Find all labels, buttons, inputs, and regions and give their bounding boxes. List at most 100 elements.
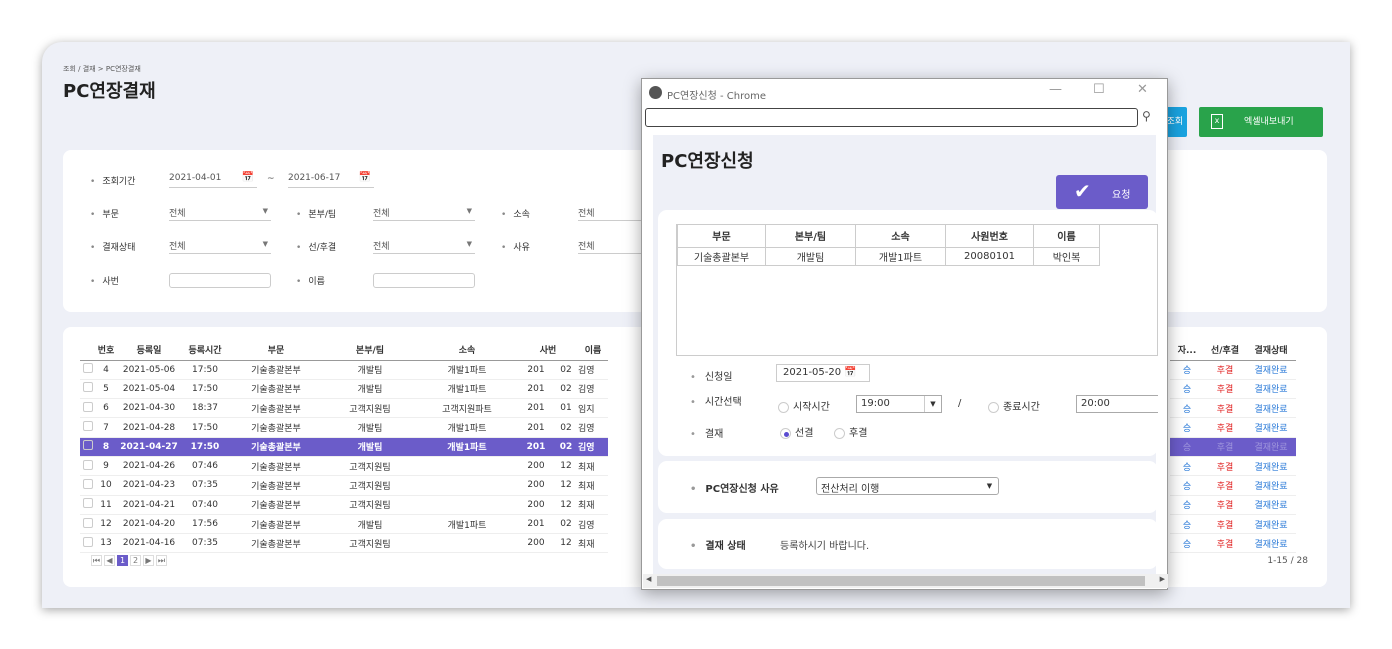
scroll-left-icon[interactable]: ◀: [646, 575, 651, 583]
first-page-button[interactable]: ⏮: [91, 555, 102, 566]
table-cell: 02: [554, 379, 578, 400]
row-checkbox[interactable]: [83, 517, 93, 528]
unit-select[interactable]: 전체: [578, 206, 648, 221]
search-icon[interactable]: ⚲: [1142, 109, 1151, 123]
calendar-icon[interactable]: 📅: [242, 172, 254, 183]
row-checkbox[interactable]: [83, 401, 93, 412]
request-button[interactable]: ✔ 요청: [1056, 175, 1148, 209]
prepost-select[interactable]: 전체 ▼: [373, 239, 475, 254]
minimize-icon[interactable]: —: [1049, 82, 1062, 97]
row-checkbox-cell[interactable]: [80, 475, 96, 496]
row-checkbox-cell[interactable]: [80, 417, 96, 438]
pre-radio[interactable]: [780, 427, 791, 439]
table-row-right[interactable]: 승 후결 결재완료: [1170, 398, 1296, 419]
last-page-button[interactable]: ⏭: [156, 555, 167, 566]
table-row-right[interactable]: 승 후결 결재완료: [1170, 514, 1296, 535]
table-row[interactable]: 13 2021-04-16 07:35 기술총괄본부 고객지원팀 200 12 최재: [80, 533, 608, 554]
date-from-input[interactable]: 2021-04-01 📅: [169, 172, 257, 188]
excel-export-button[interactable]: x 엑셀내보내기: [1199, 107, 1323, 137]
table-row-right[interactable]: 승 후결 결재완료: [1170, 360, 1296, 380]
name-input[interactable]: [373, 273, 475, 288]
row-checkbox[interactable]: [83, 498, 93, 509]
emp-col-header: 소속: [855, 225, 946, 248]
prev-page-button[interactable]: ◀: [104, 555, 115, 566]
page-2-button[interactable]: 2: [130, 555, 141, 566]
table-row[interactable]: 12 2021-04-20 17:56 기술총괄본부 개발팀 개발1파트 201 02 김영: [80, 514, 608, 535]
close-icon[interactable]: ✕: [1137, 82, 1148, 97]
calendar-icon[interactable]: 📅: [359, 172, 371, 183]
table-row-right[interactable]: 승 후결 결재완료: [1170, 475, 1296, 496]
row-checkbox-cell[interactable]: [80, 495, 96, 515]
unit-label: 소속: [501, 207, 530, 220]
team-select[interactable]: 전체 ▼: [373, 206, 475, 221]
post-radio[interactable]: [834, 427, 845, 439]
end-radio[interactable]: [988, 401, 999, 413]
row-checkbox-cell[interactable]: [80, 514, 96, 535]
start-time-select[interactable]: 19:00 ▼: [856, 395, 942, 413]
table-cell: 2021-04-16: [116, 533, 182, 554]
row-checkbox[interactable]: [83, 536, 93, 547]
table-cell: 02: [554, 360, 578, 380]
table-row-right[interactable]: 승 후결 결재완료: [1170, 533, 1296, 554]
table-row-right[interactable]: 승 후결 결재완료: [1170, 495, 1296, 515]
table-row-right[interactable]: 승 후결 결재완료: [1170, 437, 1296, 457]
row-checkbox-cell[interactable]: [80, 379, 96, 400]
table-row[interactable]: 8 2021-04-27 17:50 기술총괄본부 개발팀 개발1파트 201 02 김영: [80, 437, 608, 457]
reason-select[interactable]: 전산처리 이행 ▼: [816, 477, 999, 495]
date-to-value: 2021-06-17: [288, 173, 341, 183]
table-row[interactable]: 11 2021-04-21 07:40 기술총괄본부 고객지원팀 200 12 최재: [80, 495, 608, 515]
row-checkbox-cell[interactable]: [80, 533, 96, 554]
row-checkbox[interactable]: [83, 421, 93, 432]
popup-window-title: PC연장신청 - Chrome: [667, 91, 767, 102]
row-checkbox-cell[interactable]: [80, 360, 96, 380]
status-select[interactable]: 전체 ▼: [169, 239, 271, 254]
start-time-option[interactable]: 시작시간: [778, 398, 830, 413]
table-cell: 18:37: [182, 398, 228, 419]
page-1-button[interactable]: 1: [117, 555, 128, 566]
scroll-right-icon[interactable]: ▶: [1160, 575, 1165, 583]
row-checkbox[interactable]: [83, 382, 93, 393]
table-row[interactable]: 6 2021-04-30 18:37 기술총괄본부 고객지원팀 고객지원파트 201 01 임지: [80, 398, 608, 419]
dept-select[interactable]: 전체 ▼: [169, 206, 271, 221]
empno-input[interactable]: [169, 273, 271, 288]
scrollbar-thumb[interactable]: [657, 576, 1145, 586]
table-row[interactable]: 5 2021-05-04 17:50 기술총괄본부 개발팀 개발1파트 201 02 김영: [80, 379, 608, 400]
row-checkbox[interactable]: [83, 440, 93, 451]
team-value: 전체: [373, 209, 390, 219]
post-approval-option[interactable]: 후결: [834, 424, 867, 439]
table-cell: 07:40: [182, 495, 228, 515]
row-checkbox[interactable]: [83, 459, 93, 470]
start-radio[interactable]: [778, 401, 789, 413]
row-checkbox-cell[interactable]: [80, 437, 96, 457]
calendar-icon[interactable]: 📅: [844, 367, 856, 378]
pre-approval-option[interactable]: 선결: [780, 424, 813, 439]
approval-status-label: 결재 상태: [690, 537, 745, 552]
row-checkbox-cell[interactable]: [80, 398, 96, 419]
prepost-label: 선/후결: [296, 240, 336, 253]
table-row[interactable]: 4 2021-05-06 17:50 기술총괄본부 개발팀 개발1파트 201 02 김영: [80, 360, 608, 380]
employee-row[interactable]: 기술총괄본부 개발팀 개발1파트 20080101 박인복: [677, 246, 1100, 266]
end-time-option[interactable]: 종료시간: [988, 398, 1040, 413]
horizontal-scrollbar[interactable]: ◀ ▶: [643, 574, 1168, 588]
table-row-right[interactable]: 승 후결 결재완료: [1170, 417, 1296, 438]
table-row-right[interactable]: 승 후결 결재완료: [1170, 456, 1296, 477]
table-row[interactable]: 10 2021-04-23 07:35 기술총괄본부 고객지원팀 200 12 최재: [80, 475, 608, 496]
maximize-icon[interactable]: ☐: [1093, 82, 1105, 97]
date-to-input[interactable]: 2021-06-17 📅: [288, 172, 374, 188]
row-checkbox-cell[interactable]: [80, 456, 96, 477]
row-checkbox[interactable]: [83, 363, 93, 374]
end-time-select[interactable]: 20:00: [1076, 395, 1158, 413]
reason-select[interactable]: 전체: [578, 239, 648, 254]
row-checkbox[interactable]: [83, 478, 93, 489]
table-row[interactable]: 7 2021-04-28 17:50 기술총괄본부 개발팀 개발1파트 201 02 김영: [80, 417, 608, 438]
table-cell: 5: [96, 379, 116, 400]
address-bar[interactable]: [645, 108, 1138, 127]
next-page-button[interactable]: ▶: [143, 555, 154, 566]
table-cell: 결재완료: [1246, 398, 1296, 419]
excel-icon: x: [1211, 114, 1223, 129]
table-cell: 후결: [1204, 360, 1246, 380]
apply-date-input[interactable]: 2021-05-20 📅: [776, 364, 870, 382]
table-row-right[interactable]: 승 후결 결재완료: [1170, 379, 1296, 400]
table-row[interactable]: 9 2021-04-26 07:46 기술총괄본부 고객지원팀 200 12 최재: [80, 456, 608, 477]
table-cell: 12: [96, 514, 116, 535]
